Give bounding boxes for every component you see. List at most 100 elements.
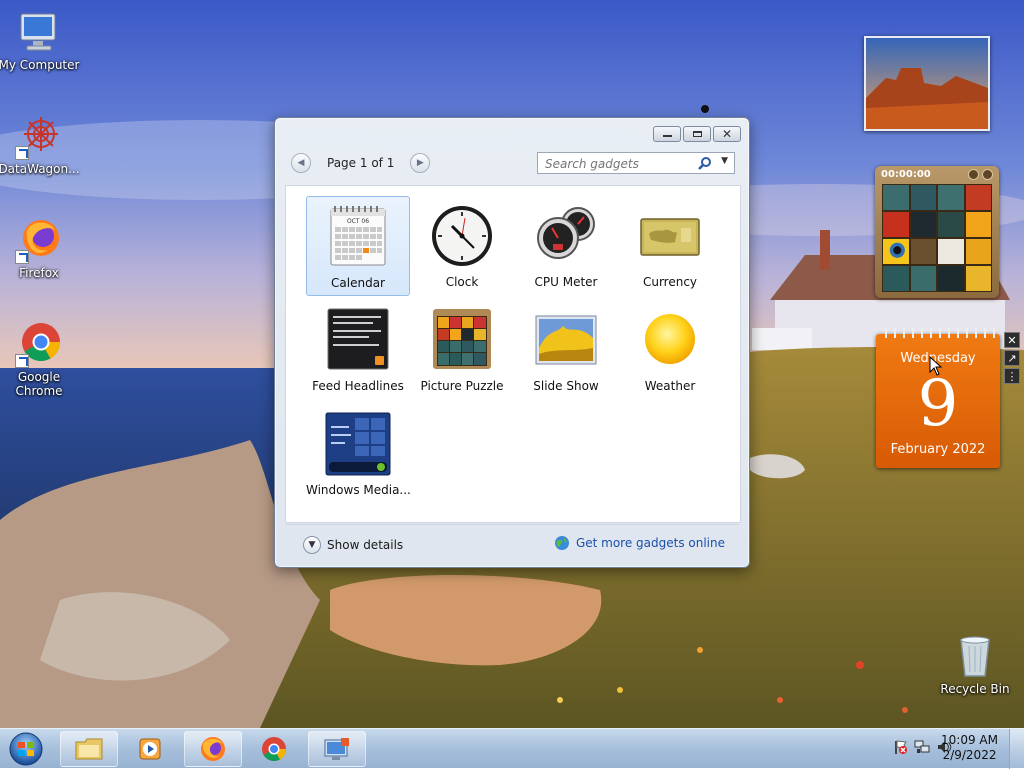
slide-show-icon bbox=[535, 315, 597, 365]
globe-icon bbox=[554, 536, 569, 550]
desktop-icon-label: DataWagon... bbox=[0, 162, 80, 176]
windows-media-center-icon bbox=[325, 412, 391, 476]
gadget-close-button[interactable]: ✕ bbox=[1004, 332, 1020, 348]
shortcut-arrow-icon bbox=[15, 250, 29, 264]
slide-show-gadget[interactable] bbox=[864, 36, 990, 131]
sidebar-pin-icon bbox=[701, 105, 709, 113]
page-indicator: Page 1 of 1 bbox=[327, 156, 395, 170]
puzzle-grid[interactable] bbox=[882, 184, 992, 292]
desktop-icon-label: Recycle Bin bbox=[940, 682, 1010, 696]
firefox-icon bbox=[201, 737, 225, 761]
media-player-icon bbox=[139, 738, 161, 760]
mini-calendar-month: OCT 06 bbox=[347, 218, 369, 225]
taskbar-chrome-button[interactable] bbox=[246, 731, 302, 767]
gallery-toolbar: ◀ Page 1 of 1 ▶ ▼ bbox=[291, 152, 735, 176]
show-desktop-button[interactable] bbox=[1009, 729, 1024, 769]
clock-date: 2/9/2022 bbox=[942, 748, 997, 762]
get-more-gadgets-label: Get more gadgets online bbox=[575, 536, 725, 550]
window-controls: ✕ bbox=[653, 126, 741, 142]
chevron-down-icon: ▼ bbox=[303, 536, 321, 554]
gadget-cpu-meter[interactable]: CPU Meter bbox=[516, 196, 616, 296]
gadget-slide-show[interactable]: Slide Show bbox=[516, 300, 616, 400]
gadget-gallery-window: ✕ ◀ Page 1 of 1 ▶ ▼ OCT 06 bbox=[274, 117, 750, 568]
clock-time: 10:09 AM bbox=[941, 733, 998, 747]
recycle-bin-icon bbox=[951, 632, 999, 680]
gadget-drag-handle[interactable]: ⋮ bbox=[1004, 368, 1020, 384]
calendar-month-year: February 2022 bbox=[890, 442, 986, 457]
folder-icon bbox=[75, 738, 103, 760]
pager: ◀ Page 1 of 1 ▶ bbox=[291, 152, 431, 174]
gadget-label: Windows Media... bbox=[306, 483, 411, 497]
desktop-icon-my-computer[interactable]: My Computer bbox=[0, 8, 81, 72]
gadget-toolbar: ✕ ↗ ⋮ bbox=[1004, 332, 1022, 384]
firefox-icon bbox=[15, 216, 63, 264]
calendar-day-number: 9 bbox=[917, 367, 959, 441]
desktop-icon-label: Google Chrome bbox=[15, 370, 63, 398]
gadget-label: Currency bbox=[642, 275, 698, 289]
gadget-label: Clock bbox=[445, 275, 479, 289]
shortcut-arrow-icon bbox=[15, 146, 29, 160]
taskbar-media-player-button[interactable] bbox=[122, 731, 178, 767]
network-icon[interactable] bbox=[914, 739, 930, 755]
chevron-down-icon[interactable]: ▼ bbox=[721, 156, 728, 166]
desktop-icon-label: My Computer bbox=[0, 58, 80, 72]
maximize-button[interactable] bbox=[683, 126, 711, 142]
calendar-binder-rings bbox=[880, 328, 996, 338]
calendar-icon: OCT 06 bbox=[330, 206, 386, 266]
minimize-button[interactable] bbox=[653, 126, 681, 142]
get-more-gadgets-link[interactable]: Get more gadgets online bbox=[554, 535, 725, 551]
taskbar-gadgets-button[interactable] bbox=[308, 731, 366, 767]
puzzle-timer: 00:00:00 bbox=[881, 169, 931, 180]
currency-icon bbox=[640, 218, 700, 256]
gadget-picture-puzzle[interactable]: Picture Puzzle bbox=[412, 300, 512, 400]
puzzle-help-button[interactable] bbox=[968, 169, 979, 180]
taskbar: 10:09 AM 2/9/2022 bbox=[0, 728, 1024, 769]
desktop-icon-firefox[interactable]: Firefox bbox=[0, 216, 81, 280]
slide-show-image bbox=[866, 38, 988, 129]
taskbar-explorer-button[interactable] bbox=[60, 731, 118, 767]
picture-puzzle-gadget[interactable]: 00:00:00 bbox=[875, 166, 999, 298]
search-icon[interactable] bbox=[698, 156, 712, 170]
desktop-icon-label: Firefox bbox=[19, 266, 59, 280]
close-button[interactable]: ✕ bbox=[713, 126, 741, 142]
show-details-button[interactable]: ▼ Show details bbox=[303, 536, 403, 554]
mouse-cursor-icon bbox=[929, 356, 943, 376]
gadget-label: Weather bbox=[644, 379, 696, 393]
search-input[interactable] bbox=[543, 154, 697, 174]
cpu-meter-icon bbox=[537, 207, 595, 259]
start-button[interactable] bbox=[6, 731, 46, 767]
chrome-icon bbox=[262, 737, 286, 762]
action-center-flag-icon[interactable] bbox=[892, 739, 908, 755]
gadget-clock[interactable]: Clock bbox=[412, 196, 512, 296]
shortcut-arrow-icon bbox=[15, 354, 29, 368]
feed-headlines-icon bbox=[327, 308, 389, 370]
next-page-button[interactable]: ▶ bbox=[410, 153, 431, 173]
gadget-label: Picture Puzzle bbox=[420, 379, 504, 393]
gadget-label: Calendar bbox=[331, 276, 385, 290]
search-box[interactable]: ▼ bbox=[537, 152, 735, 174]
gadget-list: OCT 06 Calendar Clock CPU Meter Currency… bbox=[285, 185, 741, 523]
weather-sun-icon bbox=[645, 314, 695, 364]
datawagon-icon bbox=[15, 112, 63, 160]
gadget-currency[interactable]: Currency bbox=[620, 196, 720, 296]
computer-icon bbox=[15, 8, 63, 56]
clock-icon bbox=[432, 206, 492, 266]
taskbar-firefox-button[interactable] bbox=[184, 731, 242, 767]
picture-puzzle-icon bbox=[433, 309, 491, 369]
gadget-feed-headlines[interactable]: Feed Headlines bbox=[308, 300, 408, 400]
desktop-gadgets-icon bbox=[324, 738, 349, 760]
gadget-label: Feed Headlines bbox=[312, 379, 404, 393]
desktop-icon-recycle-bin[interactable]: Recycle Bin bbox=[934, 632, 1016, 696]
previous-page-button[interactable]: ◀ bbox=[291, 153, 311, 173]
desktop-icon-google-chrome[interactable]: Google Chrome bbox=[0, 320, 81, 398]
gadget-calendar[interactable]: OCT 06 Calendar bbox=[306, 196, 410, 296]
gadget-size-button[interactable]: ↗ bbox=[1004, 350, 1020, 366]
desktop-icon-datawagon[interactable]: DataWagon... bbox=[0, 112, 81, 176]
gadget-label: CPU Meter bbox=[534, 275, 598, 289]
gadget-windows-media[interactable]: Windows Media... bbox=[306, 404, 411, 504]
calendar-gadget[interactable]: Wednesday 9 February 2022 bbox=[876, 328, 1000, 468]
gallery-footer: ▼ Show details Get more gadgets online bbox=[285, 524, 739, 559]
puzzle-pause-button[interactable] bbox=[982, 169, 993, 180]
taskbar-clock[interactable]: 10:09 AM 2/9/2022 bbox=[941, 733, 998, 763]
gadget-weather[interactable]: Weather bbox=[620, 300, 720, 400]
